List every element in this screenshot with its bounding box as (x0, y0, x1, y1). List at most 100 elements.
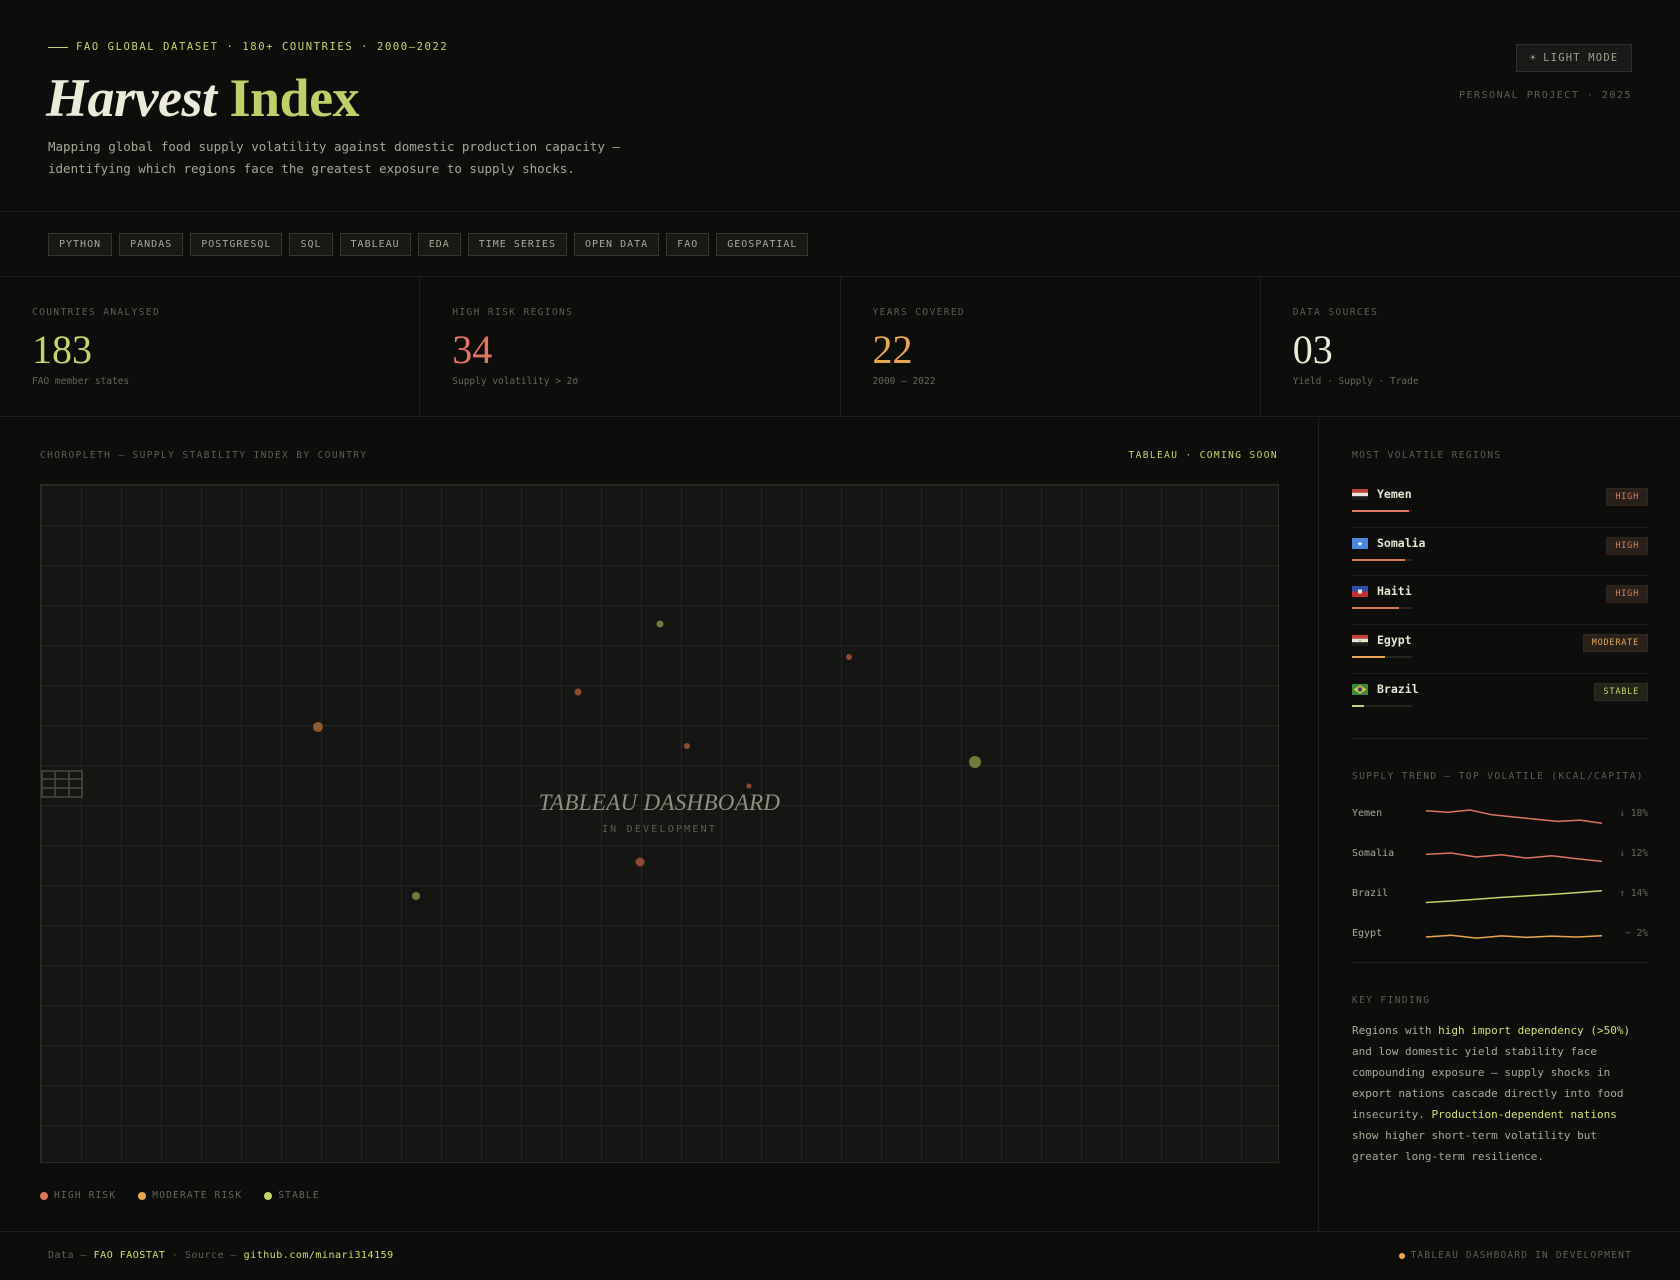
map-heading: CHOROPLETH — SUPPLY STABILITY INDEX BY C… (40, 450, 368, 461)
volatile-region-list: Yemen HIGH Somalia HIGH Haiti HIGH Egypt MODERA… (1352, 479, 1648, 722)
map-dot (656, 620, 664, 628)
footer-status: TABLEAU DASHBOARD IN DEVELOPMENT (1398, 1250, 1632, 1261)
region-item[interactable]: Brazil STABLE (1352, 674, 1648, 723)
stat-card: YEARS COVERED 22 2000 — 2022 (841, 278, 1261, 416)
stat-label: HIGH RISK REGIONS (452, 307, 574, 318)
volatility-bar (1352, 510, 1409, 512)
region-item[interactable]: Somalia HIGH (1352, 528, 1648, 577)
page-subtitle: Mapping global food supply volatility ag… (48, 139, 620, 176)
trend-delta: ↑ 14% (1619, 888, 1648, 900)
trend-heading: SUPPLY TREND — TOP VOLATILE (KCAL/CAPITA… (1352, 771, 1644, 783)
map-status: TABLEAU · COMING SOON (1128, 450, 1278, 461)
region-name: Haiti (1377, 584, 1412, 599)
page-footer: Data — FAO FAOSTAT · Source — github.com… (0, 1231, 1680, 1280)
eyebrow-rule (48, 46, 68, 48)
stat-card: HIGH RISK REGIONS 34 Supply volatility > 2… (420, 278, 841, 416)
stat-note: FAO member states (32, 376, 130, 387)
sparkline (1425, 852, 1603, 863)
tag-chip: TABLEAU (339, 233, 411, 256)
trend-list: Yemen ↓ 18% Somalia ↓ 12% Brazil ↑ 14% Egypt ~ … (1352, 796, 1648, 956)
project-meta: PERSONAL PROJECT · 2025 (1459, 90, 1632, 101)
stat-value: 34 (452, 327, 493, 372)
map-legend: HIGH RISK MODERATE RISK STABLE (40, 1190, 320, 1201)
table-icon (41, 770, 83, 798)
region-item[interactable]: Haiti HIGH (1352, 576, 1648, 626)
volatility-bar (1352, 704, 1364, 707)
finding-text: show higher short-term volatility but gr… (1352, 1129, 1598, 1164)
light-mode-button[interactable]: ☀ LIGHT MODE (1516, 44, 1632, 72)
volatility-bar-track (1352, 510, 1412, 512)
stat-label: DATA SOURCES (1292, 307, 1379, 318)
trend-delta: ↓ 12% (1619, 848, 1648, 860)
stat-card: COUNTRIES ANALYSED 183 FAO member states (0, 278, 421, 416)
region-name: Egypt (1377, 633, 1412, 648)
trend-name: Brazil (1352, 888, 1389, 900)
data-source-link[interactable]: FAO FAOSTAT (94, 1250, 166, 1261)
region-item[interactable]: Egypt MODERATE (1352, 625, 1648, 674)
legend-item: STABLE (264, 1190, 320, 1201)
volatile-heading: MOST VOLATILE REGIONS (1352, 450, 1502, 461)
map-dot (635, 857, 645, 867)
volatility-bar-track (1352, 558, 1412, 561)
legend-dot-icon (40, 1191, 48, 1200)
page-title: Harvest Index (46, 66, 360, 130)
stat-value: 183 (32, 327, 92, 372)
tag-chip: TIME SERIES (467, 233, 567, 256)
trend-delta: ↓ 18% (1619, 808, 1648, 820)
legend-label: HIGH RISK (54, 1190, 117, 1201)
finding-text: Regions with (1352, 1024, 1439, 1038)
tech-tags: PYTHON PANDAS POSTGRESQL SQL TABLEAU EDA TIME … (0, 213, 1680, 277)
key-finding: Regions with high import dependency (>50… (1352, 1020, 1648, 1167)
map-placeholder[interactable]: TABLEAU DASHBOARD IN DEVELOPMENT (40, 484, 1279, 1163)
map-dot (412, 892, 420, 900)
map-panel: CHOROPLETH — SUPPLY STABILITY INDEX BY C… (0, 418, 1319, 1231)
trend-name: Egypt (1352, 928, 1383, 940)
divider (1352, 738, 1648, 740)
source-label: · Source — (171, 1250, 238, 1261)
map-dot (969, 756, 981, 768)
volatility-bar-track (1352, 607, 1412, 610)
region-name: Brazil (1377, 681, 1419, 696)
tag-chip: PYTHON (48, 233, 113, 256)
placeholder-title: TABLEAU DASHBOARD (538, 790, 781, 815)
stat-note: 2000 — 2022 (872, 376, 936, 387)
footer-status-text: TABLEAU DASHBOARD IN DEVELOPMENT (1410, 1250, 1632, 1261)
tag-chip: SQL (289, 233, 333, 256)
map-dot (574, 688, 582, 696)
region-name: Yemen (1377, 487, 1412, 501)
risk-badge: HIGH (1606, 585, 1648, 604)
legend-dot-icon (264, 1191, 273, 1200)
trend-name: Somalia (1352, 848, 1395, 860)
finding-heading: KEY FINDING (1352, 995, 1431, 1007)
sparkline (1425, 809, 1603, 825)
sparkline-path (1425, 809, 1603, 825)
stat-note: Yield · Supply · Trade (1292, 376, 1419, 387)
stat-value: 22 (872, 327, 913, 372)
status-dot-icon (1398, 1252, 1405, 1259)
volatility-bar-track (1352, 704, 1412, 707)
eyebrow-text: FAO GLOBAL DATASET · 180+ COUNTRIES · 20… (76, 41, 449, 53)
trend-row: Brazil ↑ 14% (1352, 876, 1648, 916)
tag-chip: PANDAS (119, 233, 184, 256)
sun-icon: ☀ (1529, 52, 1538, 64)
placeholder-subtitle: IN DEVELOPMENT (601, 824, 718, 835)
map-placeholder-content: TABLEAU DASHBOARD IN DEVELOPMENT (41, 770, 1278, 835)
tag-chip: OPEN DATA (573, 233, 660, 256)
trend-row: Egypt ~ 2% (1352, 916, 1648, 956)
tag-chip: GEOSPATIAL (716, 233, 809, 256)
risk-badge: HIGH (1606, 536, 1648, 555)
legend-item: HIGH RISK (40, 1190, 116, 1201)
tag-chip: FAO (666, 233, 710, 256)
page-header: FAO GLOBAL DATASET · 180+ COUNTRIES · 20… (0, 0, 1680, 212)
trend-name: Yemen (1352, 808, 1383, 820)
legend-dot-icon (138, 1191, 147, 1200)
stat-card: DATA SOURCES 03 Yield · Supply · Trade (1261, 278, 1680, 416)
github-link[interactable]: github.com/minari314159 (244, 1250, 394, 1261)
sparkline (1425, 890, 1603, 904)
stat-value: 03 (1292, 327, 1333, 372)
map-dot (684, 743, 690, 749)
volatility-bar (1352, 558, 1405, 561)
risk-badge: STABLE (1594, 682, 1648, 701)
region-item[interactable]: Yemen HIGH (1352, 479, 1648, 528)
stat-note: Supply volatility > 2σ (452, 376, 579, 387)
